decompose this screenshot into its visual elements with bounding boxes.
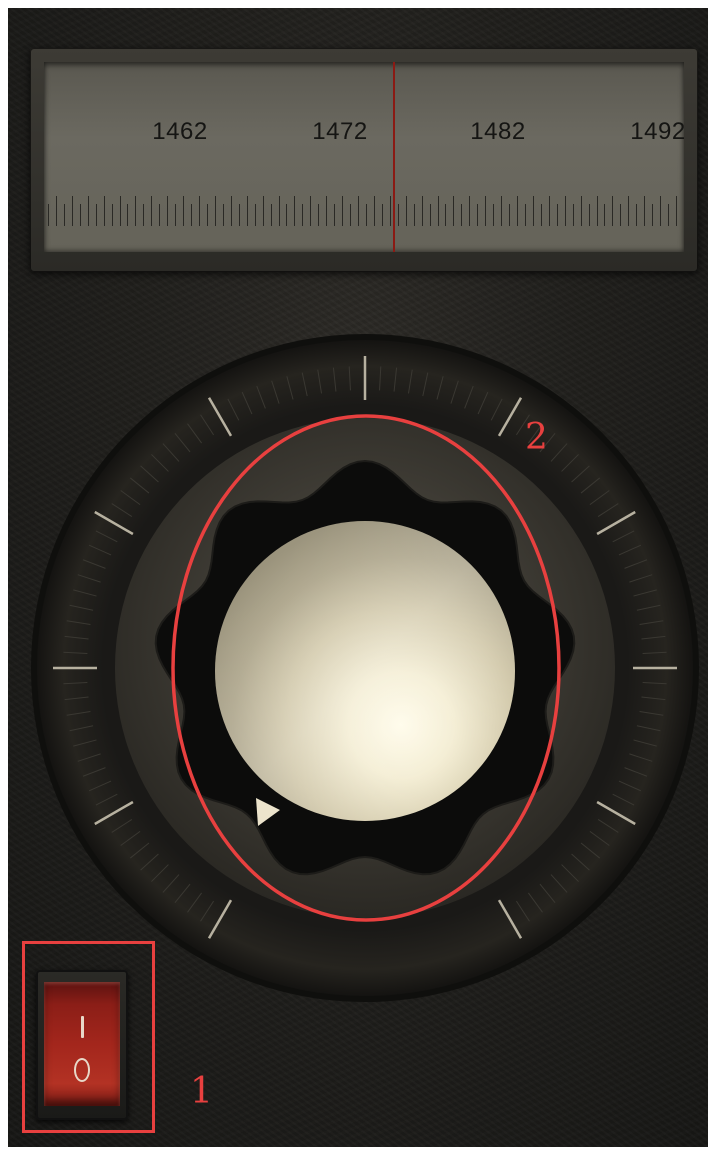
- annotation-box-1: [22, 941, 155, 1133]
- annotation-label-1: 1: [190, 1071, 213, 1112]
- radio-device: 1462 1472 1482 1492 1 2: [8, 8, 708, 1147]
- annotation-label-2: 2: [525, 417, 548, 458]
- knob-highlight: [215, 521, 515, 821]
